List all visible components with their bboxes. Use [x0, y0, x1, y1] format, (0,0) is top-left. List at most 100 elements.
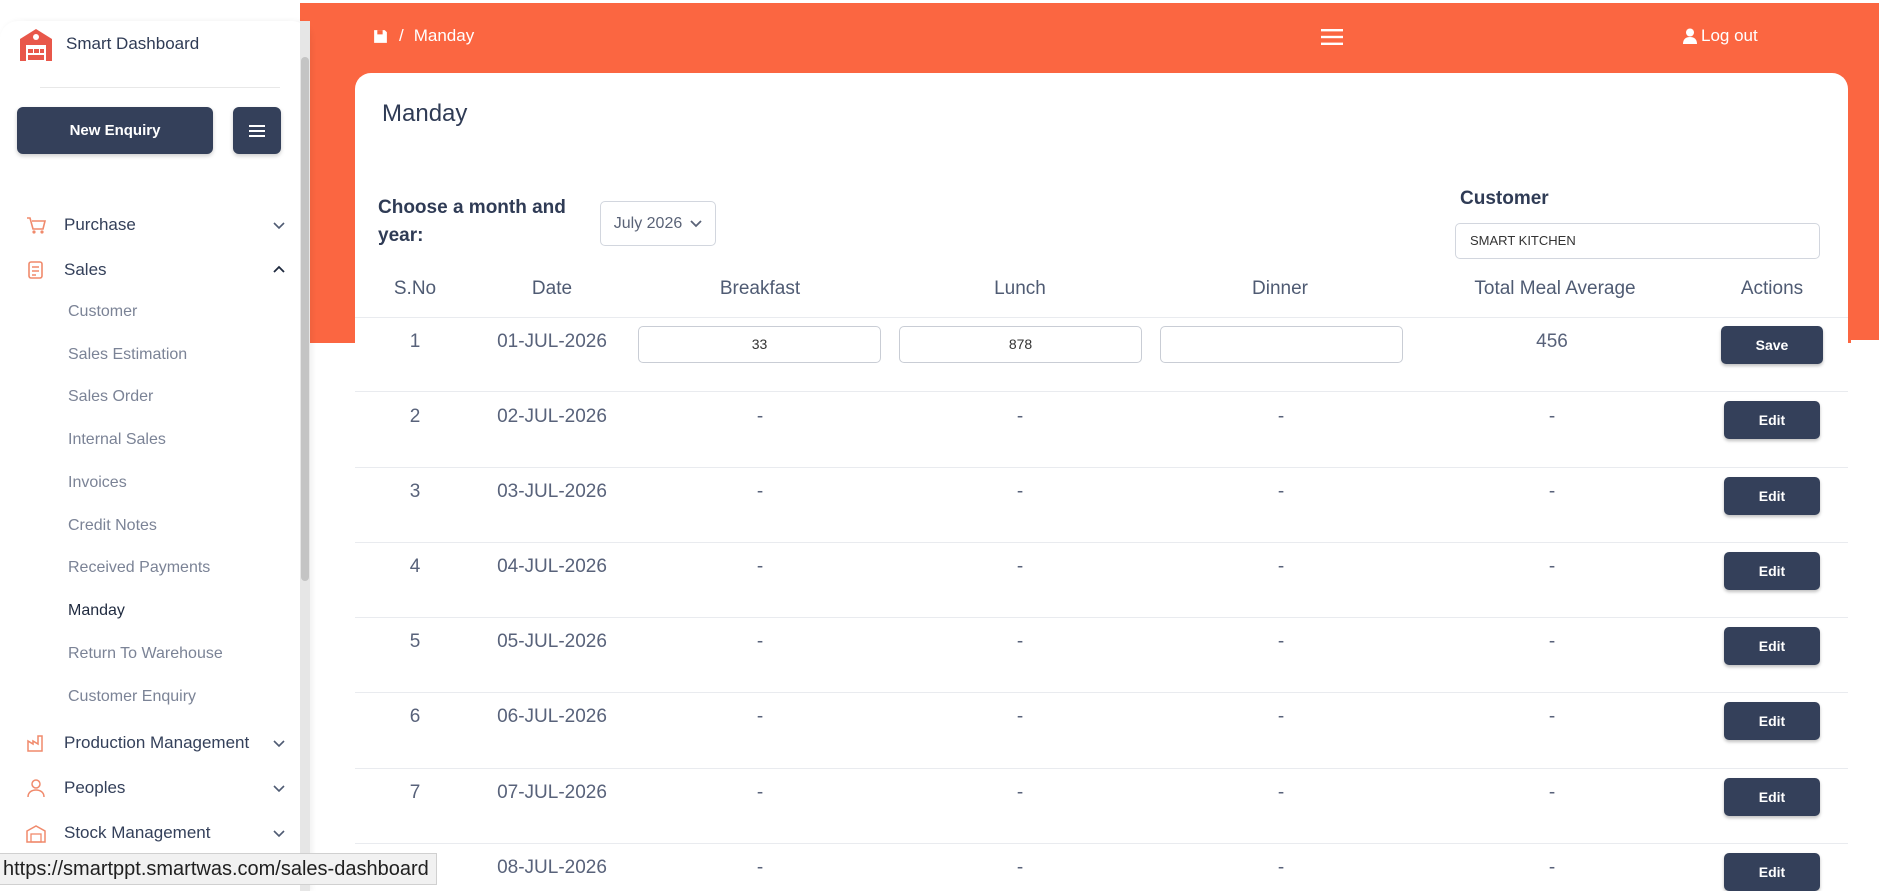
customer-label: Customer [1460, 188, 1549, 209]
col-header-lunch: Lunch [994, 278, 1046, 299]
row-2-sno: 2 [409, 406, 421, 427]
month-select[interactable]: July 2026 [600, 201, 716, 246]
home-icon[interactable] [372, 28, 389, 45]
status-bar-url: https://smartppt.smartwas.com/sales-dash… [0, 853, 437, 885]
row-5-date: 05-JUL-2026 [497, 631, 607, 652]
chevron-down-icon [690, 219, 702, 227]
row-5-dinner: - [1277, 631, 1285, 652]
sidebar-subitem-received-payments[interactable]: Received Payments [68, 559, 210, 577]
scrollbar-thumb[interactable] [301, 57, 309, 581]
edit-button[interactable]: Edit [1724, 702, 1820, 740]
row-8-lunch: - [1016, 857, 1024, 878]
cart-icon [27, 217, 47, 234]
brand-divider [40, 87, 280, 88]
sidebar-item-production-management[interactable]: Production Management [25, 726, 290, 760]
row-1-average: 456 [1536, 331, 1568, 352]
breadcrumb-current: Manday [413, 26, 475, 45]
row-8-breakfast: - [756, 857, 764, 878]
chevron-down-icon [273, 830, 285, 838]
people-icon [27, 779, 45, 798]
sidebar-subitem-internal-sales[interactable]: Internal Sales [68, 431, 166, 449]
sidebar-subitem-customer[interactable]: Customer [68, 303, 137, 321]
row-1-dinner-input[interactable] [1160, 326, 1403, 363]
sidebar-item-label: Stock Management [64, 823, 211, 842]
edit-button[interactable]: Edit [1724, 853, 1820, 891]
row-divider [355, 692, 1848, 693]
sidebar-toggle-button[interactable] [233, 107, 281, 154]
row-5-average: - [1548, 631, 1556, 652]
row-4-breakfast: - [756, 556, 764, 577]
row-6-average: - [1548, 706, 1556, 727]
row-2-date: 02-JUL-2026 [497, 406, 607, 427]
col-header-dinner: Dinner [1252, 278, 1308, 299]
row-7-sno: 7 [409, 782, 421, 803]
sidebar-subitem-manday[interactable]: Manday [68, 602, 125, 620]
brand[interactable]: Smart Dashboard [18, 25, 199, 63]
col-header-actions: Actions [1740, 278, 1804, 299]
row-divider [355, 768, 1848, 769]
row-divider [355, 467, 1848, 468]
warehouse-logo-icon [20, 29, 52, 61]
chevron-down-icon [273, 785, 285, 793]
row-8-dinner: - [1277, 857, 1285, 878]
row-4-average: - [1548, 556, 1556, 577]
brand-name: Smart Dashboard [66, 34, 200, 53]
sidebar-subitem-credit-notes[interactable]: Credit Notes [68, 517, 157, 535]
row-2-average: - [1548, 406, 1556, 427]
row-7-breakfast: - [756, 782, 764, 803]
row-7-average: - [1548, 782, 1556, 803]
sidebar-item-peoples[interactable]: Peoples [25, 771, 290, 805]
edit-button[interactable]: Edit [1724, 477, 1820, 515]
sidebar-scrollbar[interactable] [300, 21, 310, 891]
row-6-sno: 6 [409, 706, 421, 727]
edit-button[interactable]: Edit [1724, 627, 1820, 665]
sidebar-item-stock-management[interactable]: Stock Management [25, 816, 290, 850]
sidebar-item-label: Production Management [64, 733, 250, 752]
row-3-sno: 3 [409, 481, 421, 502]
logout-button[interactable]: Log out [1683, 26, 1758, 46]
month-label: Choose a month and year: [378, 197, 566, 246]
sidebar-subitem-customer-enquiry[interactable]: Customer Enquiry [68, 688, 196, 706]
row-1-date: 01-JUL-2026 [497, 331, 607, 352]
edit-button[interactable]: Edit [1724, 401, 1820, 439]
stock-icon [26, 825, 46, 843]
row-3-lunch: - [1016, 481, 1024, 502]
row-6-lunch: - [1016, 706, 1024, 727]
user-icon [1683, 28, 1697, 44]
row-divider [355, 617, 1848, 618]
save-button[interactable]: Save [1721, 326, 1823, 364]
new-enquiry-button[interactable]: New Enquiry [17, 107, 213, 154]
col-header-total: Total Meal Average [1474, 278, 1636, 299]
row-7-date: 07-JUL-2026 [497, 782, 607, 803]
row-6-dinner: - [1277, 706, 1285, 727]
row-divider [355, 317, 1848, 318]
col-header-breakfast: Breakfast [719, 278, 801, 299]
row-6-breakfast: - [756, 706, 764, 727]
sidebar-item-purchase[interactable]: Purchase [25, 208, 290, 242]
chevron-down-icon [273, 222, 285, 230]
sidebar-subitem-sales-estimation[interactable]: Sales Estimation [68, 346, 187, 364]
breadcrumb: / Manday [372, 26, 474, 46]
sidebar-subitem-invoices[interactable]: Invoices [68, 474, 127, 492]
menu-icon [249, 124, 265, 137]
row-2-breakfast: - [756, 406, 764, 427]
row-3-average: - [1548, 481, 1556, 502]
breadcrumb-separator: / [399, 26, 404, 45]
sidebar-subitem-return-to-warehouse[interactable]: Return To Warehouse [68, 645, 223, 663]
sidebar-item-sales[interactable]: Sales [25, 253, 290, 287]
logout-label: Log out [1701, 26, 1758, 45]
row-8-date: 08-JUL-2026 [497, 857, 607, 878]
menu-icon[interactable] [1321, 28, 1343, 46]
customer-field[interactable]: SMART KITCHEN [1455, 223, 1820, 259]
sales-icon [28, 261, 43, 279]
edit-button[interactable]: Edit [1724, 778, 1820, 816]
row-2-lunch: - [1016, 406, 1024, 427]
sidebar-subitem-sales-order[interactable]: Sales Order [68, 388, 153, 406]
row-1-lunch-input[interactable]: 878 [899, 326, 1142, 363]
col-header-sno: S.No [393, 278, 437, 299]
row-6-date: 06-JUL-2026 [497, 706, 607, 727]
row-4-dinner: - [1277, 556, 1285, 577]
edit-button[interactable]: Edit [1724, 552, 1820, 590]
row-5-lunch: - [1016, 631, 1024, 652]
row-1-breakfast-input[interactable]: 33 [638, 326, 881, 363]
